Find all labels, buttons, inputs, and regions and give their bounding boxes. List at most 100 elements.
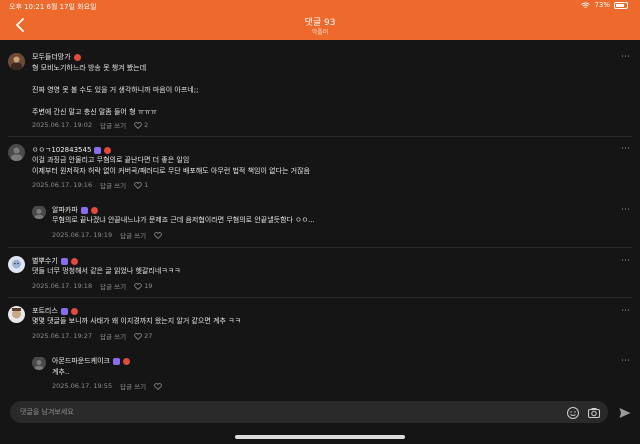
battery-percent: 73%: [594, 1, 610, 9]
like-button[interactable]: 19: [134, 282, 152, 290]
comment-timestamp: 2025.06.17. 19:18: [32, 282, 93, 290]
comment-meta: 2025.06.17. 19:55 답글 쓰기: [52, 381, 162, 391]
new-badge-icon: [104, 146, 112, 154]
default-avatar-icon: [8, 144, 25, 161]
comment-line: 댓들 너무 멍청해서 같은 글 읽었나 헷갈리네ㅋㅋㅋ: [32, 267, 181, 275]
author-name: 모두들더망가: [32, 53, 71, 61]
comment-timestamp: 2025.06.17. 19:55: [52, 382, 113, 390]
level-badge-icon: [80, 206, 88, 214]
send-icon: [619, 408, 631, 418]
comment-text: 댓들 너무 멍청해서 같은 글 읽었나 헷갈리네ㅋㅋㅋ: [32, 266, 181, 277]
comment-line: [32, 96, 198, 107]
comment-line: 계추..: [52, 368, 70, 376]
comment-author[interactable]: 별뿌수기: [32, 256, 78, 266]
level-badge-icon: [94, 146, 102, 154]
author-name: 포트리스: [32, 307, 58, 315]
heart-icon: [154, 382, 162, 390]
comment-text: 이걸 과징금 안물리고 무혐의로 끝난다면 더 좋은 일임 이제부터 원저작자 …: [32, 155, 310, 177]
page-subtitle: 악플러: [311, 29, 329, 36]
status-date: 6월 17일 화요일: [46, 3, 97, 11]
comment-text: 무혐의로 끝나겠냐 안끝내느냐가 문제죠 근데 음저협이라면 무혐의로 안끝낼듯…: [52, 215, 315, 226]
page-header: 댓글 93 악플러: [0, 11, 640, 40]
like-button[interactable]: 27: [134, 332, 152, 340]
comment-line: 몇몇 댓글들 보니까 사태가 왜 이지경까지 왔는지 알거 같으면 계추 ㅋㅋ: [32, 317, 242, 325]
comment-author[interactable]: ㅇㅇㄱ102843545: [32, 145, 112, 155]
like-button[interactable]: [154, 382, 162, 390]
comment-input-bar: 댓글을 남겨보세요: [10, 401, 608, 423]
default-avatar-icon: [32, 206, 46, 219]
like-count: 27: [144, 332, 153, 340]
camera-button[interactable]: [587, 405, 601, 419]
comment-timestamp: 2025.06.17. 19:02: [32, 121, 93, 129]
emoji-button[interactable]: [566, 405, 580, 419]
new-badge-icon: [90, 206, 98, 214]
level-badge-icon: [112, 357, 120, 365]
avatar[interactable]: [8, 256, 25, 273]
comment-line: 진짜 영영 못 볼 수도 있을 거 생각하니까 마음이 아프네;;: [32, 86, 199, 94]
comment-author[interactable]: 포트리스: [32, 306, 78, 316]
heart-icon: [134, 282, 142, 290]
status-bar: 오후 10:21 6월 17일 화요일 73%: [0, 0, 640, 11]
status-clock: 오후 10:21: [9, 3, 45, 11]
comment-author[interactable]: 아몬드파운드케이크: [52, 356, 130, 366]
avatar[interactable]: [8, 144, 25, 161]
wifi-icon: [581, 2, 591, 8]
comment-author[interactable]: 모두들더망가: [32, 52, 81, 62]
reply-item: 아몬드파운드케이크 계추.. 2025.06.17. 19:55 답글 쓰기 ⋯: [0, 349, 640, 397]
home-indicator: [235, 435, 405, 439]
like-button[interactable]: 1: [134, 181, 148, 189]
comment-item: 모두들더망가 형 모비노기하느라 방송 못 챙겨 봤는데 진짜 영영 못 볼 수…: [0, 40, 640, 132]
character-avatar-icon: [8, 256, 25, 273]
heart-icon: [134, 121, 142, 129]
comment-text: 계추..: [52, 367, 69, 378]
camera-icon: [588, 408, 600, 418]
author-name: ㅇㅇㄱ102843545: [32, 146, 92, 154]
comment-timestamp: 2025.06.17. 19:16: [32, 181, 93, 189]
comment-author[interactable]: 알파카파: [52, 205, 98, 215]
comment-item: 별뿌수기 댓들 너무 멍청해서 같은 글 읽었나 헷갈리네ㅋㅋㅋ 2025.06…: [0, 248, 640, 298]
reply-button[interactable]: 답글 쓰기: [100, 180, 126, 190]
avatar[interactable]: [8, 53, 25, 70]
reply-button[interactable]: 답글 쓰기: [100, 331, 126, 341]
heart-icon: [134, 332, 142, 340]
comment-timestamp: 2025.06.17. 19:19: [52, 231, 113, 239]
comment-item: 포트리스 몇몇 댓글들 보니까 사태가 왜 이지경까지 왔는지 알거 같으면 계…: [0, 298, 640, 348]
avatar[interactable]: [8, 306, 25, 323]
default-avatar-icon: [32, 357, 46, 370]
like-count: 1: [144, 181, 149, 189]
more-icon[interactable]: ⋯: [621, 357, 630, 366]
send-button[interactable]: [618, 405, 632, 419]
comment-line: 무혐의로 끝나겠냐 안끝내느냐가 문제죠 근데 음저협이라면 무혐의로 안끝낼듯…: [52, 216, 315, 224]
comment-line: 형 모비노기하느라 방송 못 챙겨 봤는데: [32, 64, 147, 72]
like-count: 2: [144, 121, 149, 129]
comment-line: [32, 74, 198, 85]
comment-meta: 2025.06.17. 19:02 답글 쓰기 2: [32, 120, 148, 130]
comment-text: 형 모비노기하느라 방송 못 챙겨 봤는데 진짜 영영 못 볼 수도 있을 거 …: [32, 63, 198, 118]
heart-icon: [154, 231, 162, 239]
avatar[interactable]: [32, 356, 46, 370]
like-button[interactable]: 2: [134, 121, 148, 129]
comment-input[interactable]: 댓글을 남겨보세요: [20, 407, 74, 417]
comment-line: 주변에 간신 말고 충신 말좀 들어 형 ㅠㅠㅠ: [32, 108, 158, 116]
comment-meta: 2025.06.17. 19:27 답글 쓰기 27: [32, 331, 152, 341]
more-icon[interactable]: ⋯: [621, 53, 630, 62]
new-badge-icon: [70, 307, 78, 315]
more-icon[interactable]: ⋯: [621, 145, 630, 154]
new-badge-icon: [122, 357, 130, 365]
emoji-icon: [567, 407, 579, 419]
comment-item: ㅇㅇㄱ102843545 이걸 과징금 안물리고 무혐의로 끝난다면 더 좋은 …: [0, 137, 640, 193]
reply-button[interactable]: 답글 쓰기: [120, 230, 146, 240]
like-button[interactable]: [154, 231, 162, 239]
reply-button[interactable]: 답글 쓰기: [100, 281, 126, 291]
reply-button[interactable]: 답글 쓰기: [100, 120, 126, 130]
comment-text: 몇몇 댓글들 보니까 사태가 왜 이지경까지 왔는지 알거 같으면 계추 ㅋㅋ: [32, 316, 241, 327]
author-name: 별뿌수기: [32, 257, 58, 265]
comment-meta: 2025.06.17. 19:16 답글 쓰기 1: [32, 180, 148, 190]
reply-button[interactable]: 답글 쓰기: [120, 381, 146, 391]
more-icon[interactable]: ⋯: [621, 257, 630, 266]
more-icon[interactable]: ⋯: [621, 206, 630, 215]
more-icon[interactable]: ⋯: [621, 307, 630, 316]
comment-meta: 2025.06.17. 19:18 답글 쓰기 19: [32, 281, 152, 291]
avatar[interactable]: [32, 205, 46, 219]
level-badge-icon: [60, 307, 68, 315]
